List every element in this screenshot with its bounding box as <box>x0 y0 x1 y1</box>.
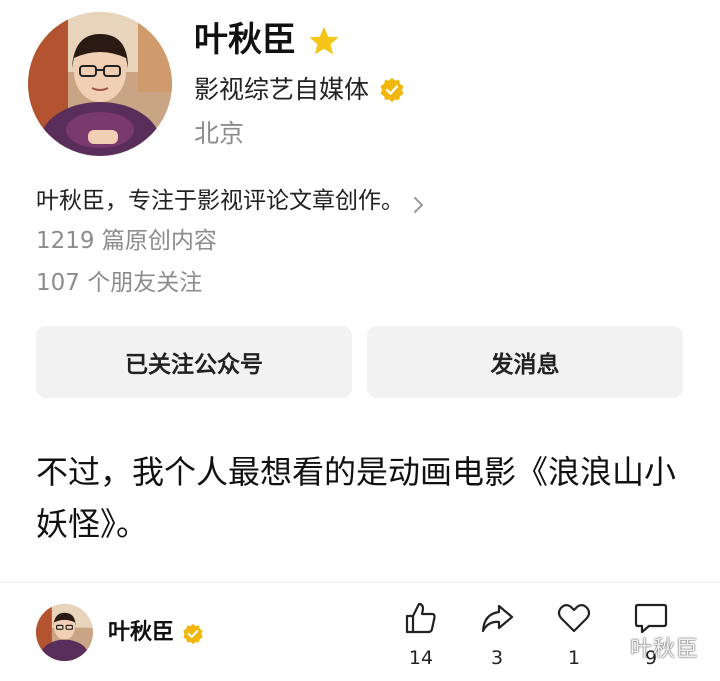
verified-badge-icon <box>182 622 204 645</box>
watermark: 叶秋臣 <box>630 637 700 662</box>
divider <box>0 582 720 583</box>
followed-account-button[interactable]: 已关注公众号 <box>36 326 352 398</box>
heart-icon <box>557 604 591 633</box>
comment-icon <box>634 603 668 634</box>
chevron-right-icon <box>412 191 426 213</box>
like-count: 14 <box>408 647 434 669</box>
original-articles-count: 1219 篇原创内容 <box>36 228 217 254</box>
heart-count: 1 <box>567 647 581 669</box>
verified-badge-icon <box>379 77 405 103</box>
account-name: 叶秋臣 <box>194 20 296 60</box>
like-button[interactable]: 14 <box>391 600 451 670</box>
share-button[interactable]: 3 <box>467 600 527 670</box>
send-message-button[interactable]: 发消息 <box>367 326 683 398</box>
footer-author-row[interactable]: 叶秋臣 <box>108 616 204 650</box>
footer-avatar-photo <box>36 604 93 661</box>
intro-text: 叶秋臣，专注于影视评论文章创作。 <box>36 188 404 214</box>
share-icon <box>481 604 514 633</box>
account-type: 影视综艺自媒体 <box>194 75 370 104</box>
avatar-photo <box>28 12 172 156</box>
share-count: 3 <box>490 647 504 669</box>
heart-button[interactable]: 1 <box>544 600 604 670</box>
location: 北京 <box>194 119 245 148</box>
friends-following-count: 107 个朋友关注 <box>36 270 203 296</box>
avatar[interactable] <box>28 12 172 156</box>
star-icon[interactable] <box>308 24 340 56</box>
footer-author-name: 叶秋臣 <box>108 620 175 645</box>
footer-avatar[interactable] <box>36 604 93 661</box>
account-type-row: 影视综艺自媒体 <box>194 72 405 108</box>
profile-intro[interactable]: 叶秋臣，专注于影视评论文章创作。 <box>36 184 426 218</box>
account-name-row: 叶秋臣 <box>194 18 340 62</box>
post-text: 不过，我个人最想看的是动画电影《浪浪山小妖怪》。 <box>36 453 677 543</box>
thumbs-up-icon <box>405 602 436 634</box>
